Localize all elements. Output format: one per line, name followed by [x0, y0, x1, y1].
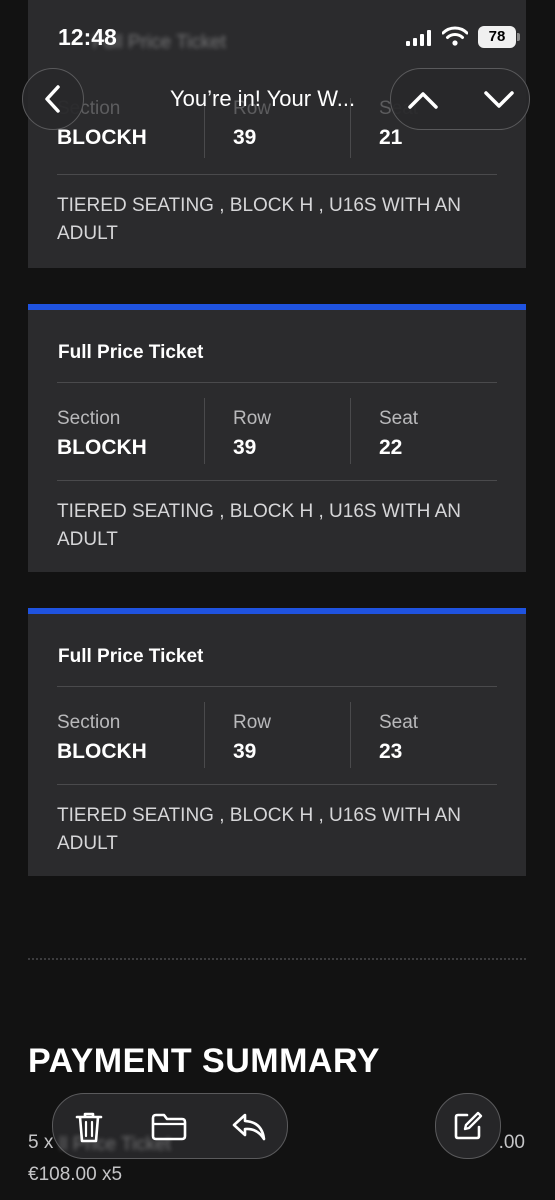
row-cell: Row 39 [233, 408, 271, 461]
status-bar: Full Price Ticket 12:48 78 [0, 0, 555, 64]
battery-icon: 78 [478, 26, 516, 48]
compose-icon [454, 1111, 483, 1140]
seat-value: 22 [379, 436, 403, 459]
payment-unit-price: €108.00 x5 [28, 1164, 123, 1185]
wifi-icon [442, 26, 468, 46]
bottom-toolbar: ll Price Ticket [52, 1093, 288, 1159]
ticket-card: Full Price Ticket Section BLOCKH Row 39 … [28, 304, 526, 572]
payment-line-total: .00 [498, 1132, 525, 1153]
section-value: BLOCKH [57, 126, 147, 149]
section-cell: Section BLOCKH [57, 712, 147, 765]
battery-tip [517, 33, 520, 41]
ticket-title: Full Price Ticket [58, 342, 204, 363]
folder-icon [151, 1113, 187, 1141]
message-navigation [390, 68, 530, 130]
ticket-description: TIERED SEATING , BLOCK H , U16S WITH AN … [57, 195, 462, 244]
previous-message-button[interactable] [405, 83, 441, 117]
seat-cell: Seat 23 [379, 712, 418, 765]
signal-icon [406, 30, 431, 46]
section-label: Section [57, 408, 121, 429]
row-value: 39 [233, 126, 257, 149]
payment-line-prefix: 5 x [28, 1132, 54, 1153]
reply-button[interactable] [229, 1108, 269, 1146]
seat-label: Seat [379, 712, 419, 733]
back-chevron-icon [45, 85, 60, 113]
row-label: Row [233, 408, 272, 429]
next-message-button[interactable] [481, 83, 517, 117]
seat-value: 23 [379, 740, 403, 763]
ticket-description: TIERED SEATING , BLOCK H , U16S WITH AN … [57, 501, 462, 550]
section-value: BLOCKH [57, 740, 147, 763]
ticket-description: TIERED SEATING , BLOCK H , U16S WITH AN … [57, 805, 462, 854]
divider [28, 958, 526, 960]
section-cell: Section BLOCKH [57, 408, 147, 461]
ticket-title: Full Price Ticket [58, 646, 204, 667]
row-label: Row [233, 712, 272, 733]
seat-label: Seat [379, 408, 419, 429]
message-title: You’re in! Your W... [170, 86, 356, 111]
back-button[interactable] [22, 68, 84, 130]
section-value: BLOCKH [57, 436, 147, 459]
trash-icon [75, 1112, 103, 1143]
row-cell: Row 39 [233, 712, 271, 765]
row-value: 39 [233, 740, 257, 763]
chevron-down-icon [484, 91, 514, 108]
section-label: Section [57, 712, 121, 733]
payment-summary-title: PAYMENT SUMMARY [28, 1042, 380, 1080]
status-time: 12:48 [58, 24, 117, 50]
reply-icon [232, 1113, 266, 1141]
ticket-card: Full Price Ticket Section BLOCKH Row 39 … [28, 608, 526, 876]
move-to-folder-button[interactable] [149, 1108, 189, 1146]
delete-button[interactable] [69, 1108, 109, 1146]
seat-cell: Seat 22 [379, 408, 418, 461]
compose-button[interactable] [435, 1093, 501, 1159]
chevron-up-icon [408, 92, 438, 109]
row-value: 39 [233, 436, 257, 459]
